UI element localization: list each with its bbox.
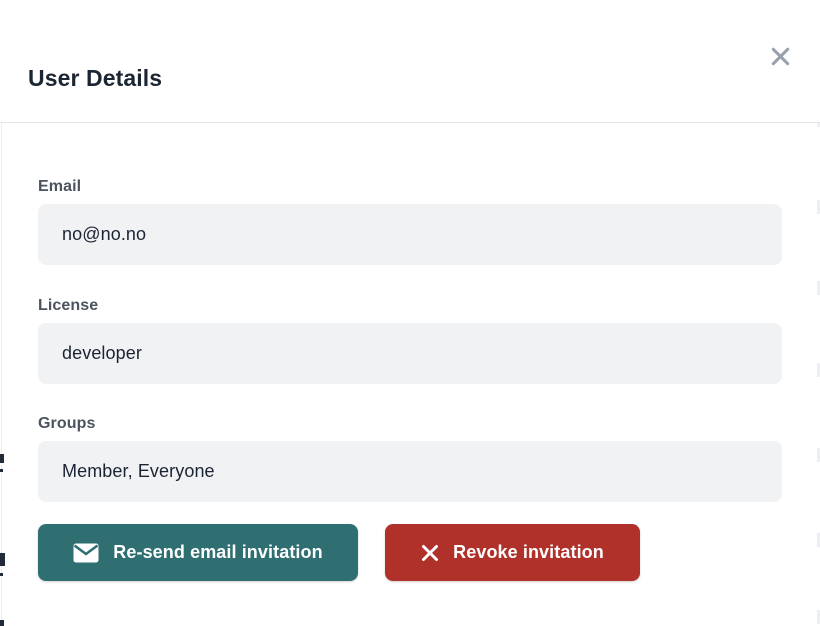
groups-field-group: Groups Member, Everyone — [38, 415, 782, 502]
x-icon — [421, 544, 439, 562]
close-icon — [769, 45, 792, 71]
license-label: License — [38, 297, 782, 315]
close-button[interactable] — [766, 44, 794, 72]
email-field-group: Email no@no.no — [38, 178, 782, 265]
background-page-fragment — [0, 469, 3, 472]
groups-value: Member, Everyone — [62, 461, 215, 482]
email-value: no@no.no — [62, 224, 146, 245]
resend-email-invitation-button[interactable]: Re-send email invitation — [38, 524, 358, 581]
background-page-fragment — [0, 553, 5, 566]
page-title: User Details — [28, 64, 162, 92]
resend-button-label: Re-send email invitation — [113, 542, 322, 563]
modal-header: User Details — [0, 0, 820, 123]
license-field-group: License developer — [38, 297, 782, 384]
background-page-fragment — [0, 620, 4, 626]
groups-label: Groups — [38, 415, 782, 433]
background-page-fragment — [0, 454, 4, 463]
background-page-fragment — [0, 573, 3, 576]
revoke-button-label: Revoke invitation — [453, 542, 604, 563]
envelope-icon — [73, 543, 99, 563]
license-value: developer — [62, 343, 142, 364]
user-details-modal: User Details Email no@no.no License deve… — [0, 0, 820, 626]
revoke-invitation-button[interactable]: Revoke invitation — [385, 524, 640, 581]
email-label: Email — [38, 178, 782, 196]
license-field[interactable]: developer — [38, 323, 782, 384]
email-field[interactable]: no@no.no — [38, 204, 782, 265]
groups-field[interactable]: Member, Everyone — [38, 441, 782, 502]
